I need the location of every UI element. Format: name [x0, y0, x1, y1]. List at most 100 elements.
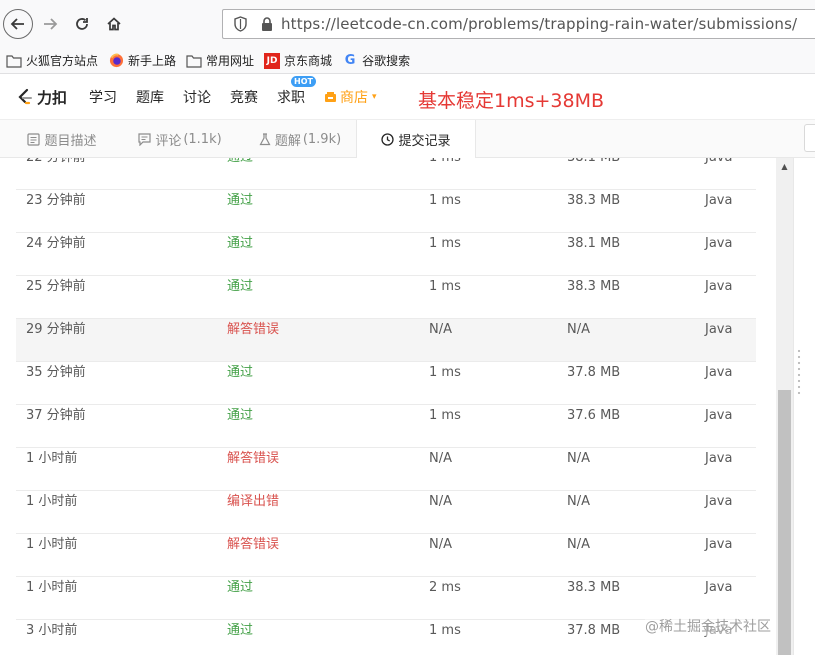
- submission-row[interactable]: 25 分钟前 通过 1 ms 38.3 MB Java: [16, 276, 756, 319]
- submission-status-link[interactable]: 通过: [227, 577, 253, 620]
- hot-badge: HOT: [291, 76, 316, 87]
- resize-handle[interactable]: [797, 348, 801, 394]
- submission-row[interactable]: 35 分钟前 通过 1 ms 37.8 MB Java: [16, 362, 756, 405]
- leetcode-logo-icon: [18, 88, 32, 105]
- submission-memory: 38.3 MB: [567, 279, 621, 294]
- submission-status-link[interactable]: 解答错误: [227, 319, 279, 362]
- leetcode-logo[interactable]: 力扣: [16, 87, 67, 108]
- scroll-up-icon[interactable]: ▲: [776, 158, 793, 174]
- submission-language: Java: [705, 365, 733, 380]
- submission-language: Java: [705, 537, 733, 552]
- watermark: @稀土掘金技术社区: [645, 616, 771, 636]
- side-panel-strip: [793, 158, 815, 655]
- tab-label: 题目描述: [44, 133, 97, 149]
- submission-memory: 37.8 MB: [567, 365, 621, 380]
- logo-text: 力扣: [37, 88, 68, 107]
- comment-icon: [138, 132, 151, 146]
- submission-status-link[interactable]: 通过: [227, 276, 253, 319]
- submission-time: 24 分钟前: [26, 236, 86, 251]
- tab-count: (1.1k): [183, 131, 222, 147]
- nav-store[interactable]: 商店 ▾: [324, 87, 377, 107]
- home-button[interactable]: [99, 9, 129, 39]
- browser-toolbar: https://leetcode-cn.com/problems/trappin…: [0, 0, 815, 48]
- submission-status-link[interactable]: 解答错误: [227, 534, 279, 577]
- submission-row[interactable]: 29 分钟前 解答错误 N/A N/A Java: [16, 319, 756, 362]
- submission-memory: N/A: [567, 537, 590, 552]
- submission-runtime: 1 ms: [429, 408, 461, 423]
- bookmark-google[interactable]: G 谷歌搜索: [342, 52, 410, 69]
- submission-time: 1 小时前: [26, 494, 78, 509]
- submission-time: 23 分钟前: [26, 193, 86, 208]
- bookmark-getting-started[interactable]: 新手上路: [108, 52, 176, 69]
- address-bar[interactable]: https://leetcode-cn.com/problems/trappin…: [222, 9, 815, 39]
- tab-label: 评论: [155, 133, 182, 149]
- submission-runtime: 1 ms: [429, 623, 461, 638]
- reload-button[interactable]: [67, 9, 97, 39]
- tab-solutions[interactable]: 题解 (1.9k): [252, 120, 348, 158]
- reload-icon: [76, 18, 88, 30]
- url-text[interactable]: https://leetcode-cn.com/problems/trappin…: [281, 15, 797, 33]
- nav-store-label: 商店: [340, 90, 369, 106]
- submission-memory: 38.3 MB: [567, 580, 621, 595]
- nav-discuss[interactable]: 讨论: [183, 87, 211, 107]
- submission-language: Java: [705, 193, 733, 208]
- submission-status-link[interactable]: 通过: [227, 362, 253, 405]
- submission-time: 3 小时前: [26, 623, 78, 638]
- submission-memory: N/A: [567, 494, 590, 509]
- tab-comments[interactable]: 评论 (1.1k): [132, 120, 228, 158]
- submission-row[interactable]: 1 小时前 解答错误 N/A N/A Java: [16, 448, 756, 491]
- submission-row[interactable]: 37 分钟前 通过 1 ms 37.6 MB Java: [16, 405, 756, 448]
- submission-status-link[interactable]: 通过: [227, 405, 253, 448]
- folder-icon: [6, 53, 22, 69]
- submission-status-link[interactable]: 编译出错: [227, 491, 279, 534]
- bookmark-common-sites[interactable]: 常用网址: [186, 52, 254, 69]
- site-header: 力扣 学习 题库 讨论 竞赛 求职 HOT 商店 ▾: [0, 75, 815, 120]
- tab-submissions[interactable]: 提交记录: [356, 120, 476, 159]
- submission-row[interactable]: 23 分钟前 通过 1 ms 38.3 MB Java: [16, 190, 756, 233]
- bookmark-jd[interactable]: JD 京东商城: [264, 52, 332, 69]
- submission-runtime: 1 ms: [429, 193, 461, 208]
- submission-language: Java: [705, 451, 733, 466]
- submission-status-link[interactable]: 通过: [227, 233, 253, 276]
- submission-language: Java: [705, 236, 733, 251]
- submission-language: Java: [705, 580, 733, 595]
- submission-row[interactable]: 1 小时前 编译出错 N/A N/A Java: [16, 491, 756, 534]
- document-icon: [27, 132, 41, 146]
- shield-icon[interactable]: [233, 16, 249, 32]
- bookmark-label: 新手上路: [128, 54, 177, 68]
- submission-status-link[interactable]: 通过: [227, 620, 253, 655]
- submission-memory: 38.1 MB: [567, 158, 620, 190]
- submission-row[interactable]: 1 小时前 解答错误 N/A N/A Java: [16, 534, 756, 577]
- submission-memory: 37.8 MB: [567, 623, 621, 638]
- submission-status-link[interactable]: 解答错误: [227, 448, 279, 491]
- submission-runtime: N/A: [429, 537, 452, 552]
- nav-contest[interactable]: 竞赛: [230, 87, 258, 107]
- scrollbar[interactable]: ▲: [776, 158, 793, 655]
- right-panel-edge[interactable]: [804, 124, 815, 152]
- submission-runtime: N/A: [429, 494, 452, 509]
- folder-icon: [186, 53, 202, 69]
- submission-row[interactable]: 22 分钟前 通过 1 ms 38.1 MB Java: [16, 158, 756, 190]
- nav-learn[interactable]: 学习: [89, 87, 117, 107]
- submission-time: 22 分钟前: [26, 158, 86, 190]
- submission-memory: 38.3 MB: [567, 193, 621, 208]
- submission-row[interactable]: 24 分钟前 通过 1 ms 38.1 MB Java: [16, 233, 756, 276]
- forward-button[interactable]: [35, 9, 65, 39]
- submission-runtime: N/A: [429, 322, 452, 337]
- nav-problems[interactable]: 题库: [136, 87, 164, 107]
- submission-row[interactable]: 1 小时前 通过 2 ms 38.3 MB Java: [16, 577, 756, 620]
- submission-status-link[interactable]: 通过: [227, 158, 253, 190]
- nav-jobs-label: 求职: [277, 90, 306, 106]
- bookmark-label: 京东商城: [284, 54, 333, 68]
- tab-label: 提交记录: [398, 134, 451, 149]
- submission-language: Java: [705, 279, 733, 294]
- lock-icon[interactable]: [261, 16, 275, 32]
- scrollbar-thumb[interactable]: [778, 390, 791, 655]
- clock-icon: [381, 133, 395, 146]
- tab-description[interactable]: 题目描述: [16, 120, 108, 158]
- flask-icon: [259, 132, 271, 145]
- submission-status-link[interactable]: 通过: [227, 190, 253, 233]
- bookmark-firefox-official[interactable]: 火狐官方站点: [6, 52, 98, 69]
- back-button[interactable]: [3, 9, 33, 39]
- nav-jobs[interactable]: 求职 HOT: [277, 76, 316, 107]
